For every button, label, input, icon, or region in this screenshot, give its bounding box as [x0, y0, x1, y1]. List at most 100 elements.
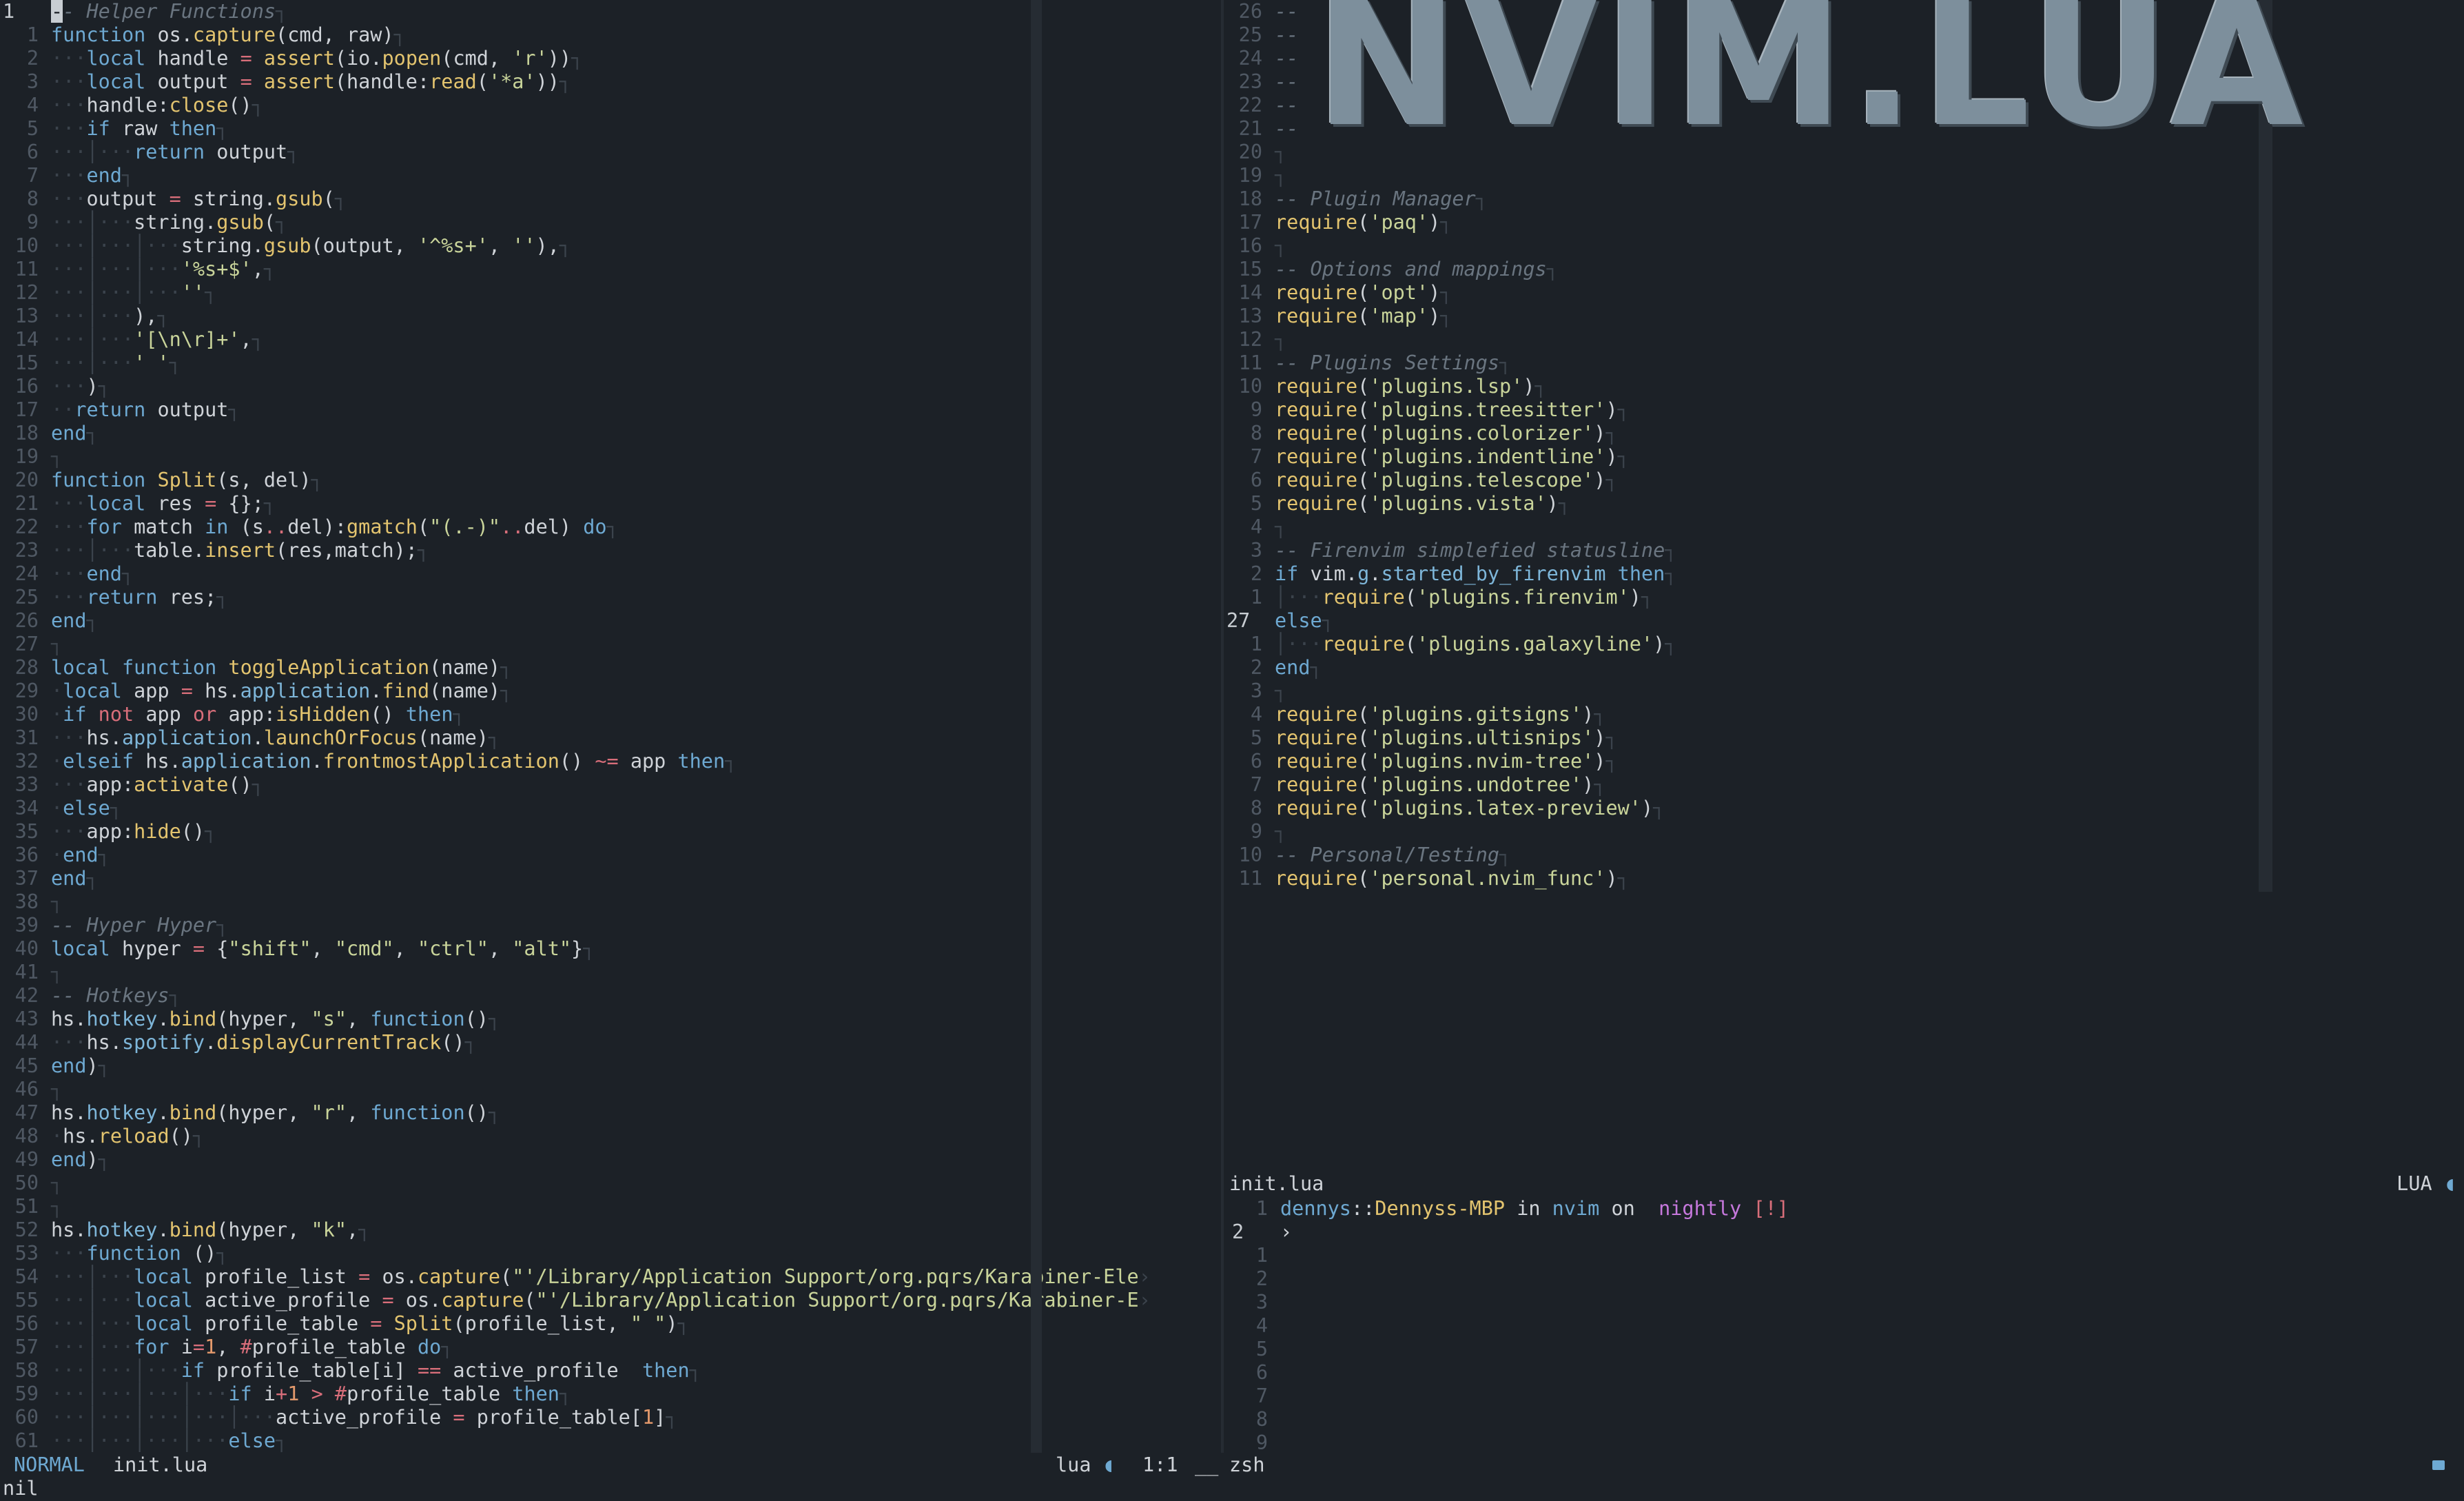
right-code-line[interactable]: 13 require('map')┐ [1224, 305, 2464, 328]
line-number: 7 [1250, 773, 1262, 796]
terminal-icon [2432, 1460, 2445, 1470]
right-code-line[interactable]: 8 require('plugins.latex-preview')┐ [1224, 797, 2464, 820]
line-number: 21 [14, 492, 39, 515]
line-number: 19 [1238, 164, 1262, 187]
line-number: 28 [14, 656, 39, 679]
line-number: 8 [1250, 422, 1262, 445]
line-code: ·if not app or app:isHidden() then┐ [51, 703, 465, 726]
right-code-line[interactable]: 14 require('opt')┐ [1224, 281, 2464, 305]
right-code-line[interactable]: 6 require('plugins.nvim-tree')┐ [1224, 750, 2464, 773]
right-code-line[interactable]: 17 require('paq')┐ [1224, 211, 2464, 234]
line-number: 4 [1255, 1314, 1268, 1337]
line-code: ···for match in (s..del):gmatch("(.-)"..… [51, 515, 619, 538]
line-number: 36 [14, 844, 39, 866]
right-code-line[interactable]: 8 require('plugins.colorizer')┐ [1224, 422, 2464, 445]
line-code: require('plugins.lsp')┐ [1275, 375, 1547, 398]
right-code-line[interactable]: 18 -- Plugin Manager┐ [1224, 187, 2464, 211]
command-line[interactable]: nil [0, 1476, 38, 1501]
right-code-line[interactable]: 2 end┐ [1224, 656, 2464, 680]
line-number: 18 [14, 422, 39, 445]
right-code-line[interactable]: 10 require('plugins.lsp')┐ [1224, 375, 2464, 398]
line-number: 8 [26, 187, 39, 210]
line-number: 10 [1238, 375, 1262, 398]
line-number: 51 [14, 1195, 39, 1218]
status-filename: init.lua [113, 1453, 208, 1476]
line-number: 60 [14, 1406, 39, 1429]
right-code-line[interactable]: 7 require('plugins.undotree')┐ [1224, 773, 2464, 797]
right-code-line[interactable]: 6 require('plugins.telescope')┐ [1224, 469, 2464, 492]
line-number: 21 [1238, 117, 1262, 140]
right-code-line[interactable]: 3 -- Firenvim simplefied statusline┐ [1224, 539, 2464, 562]
line-number: 33 [14, 773, 39, 796]
line-code: end)┐ [51, 1054, 110, 1077]
line-code: ┐ [51, 445, 63, 468]
right-code-line[interactable]: 11 -- Plugins Settings┐ [1224, 351, 2464, 375]
right-code-line[interactable]: 4 ┐ [1224, 515, 2464, 539]
line-code: end┐ [51, 422, 99, 445]
right-editor-pane[interactable]: 26 -- 25 -- 24 -- 23 -- 22 -- 21 -- 20 ┐ 19 ┐ 18 -- Plugi… [1224, 0, 2464, 1453]
line-number: 54 [14, 1265, 39, 1288]
prompt-segment: :: [1351, 1197, 1375, 1220]
right-code-line[interactable]: 9 ┐ [1224, 820, 2464, 844]
terminal-line: 2 [1229, 1267, 1280, 1291]
line-number: 43 [14, 1008, 39, 1030]
line-number: 13 [14, 305, 39, 327]
line-number: 3 [1250, 680, 1262, 702]
line-number: 55 [14, 1289, 39, 1311]
line-code: ···hs.application.launchOrFocus(name)┐ [51, 726, 501, 749]
right-code-line[interactable]: 16 ┐ [1224, 234, 2464, 258]
line-number: 58 [14, 1359, 39, 1382]
line-code: ┐ [1275, 164, 1287, 187]
line-code: -- Personal/Testing┐ [1275, 844, 1512, 866]
right-code-line[interactable]: 5 require('plugins.vista')┐ [1224, 492, 2464, 515]
terminal-line: 8 [1229, 1408, 1280, 1431]
line-code: ···app:hide()┐ [51, 820, 217, 843]
line-code: ···)┐ [51, 375, 110, 398]
line-code: ···return res;┐ [51, 586, 229, 609]
line-code: ┐ [51, 1078, 63, 1101]
right-code-line[interactable]: 1 │···require('plugins.firenvim')┐ [1224, 586, 2464, 609]
right-code-line[interactable]: 27 else┐ [1224, 609, 2464, 633]
line-code: ···│···local active_profile = os.capture… [51, 1289, 1151, 1311]
line-number: 9 [1250, 398, 1262, 421]
line-code: ┐ [1275, 328, 1287, 351]
left-scrollbar[interactable] [1031, 0, 1042, 1454]
line-number: 3 [1250, 539, 1262, 562]
right-code-line[interactable]: 10 -- Personal/Testing┐ [1224, 844, 2464, 867]
prompt-segment: in [1505, 1197, 1552, 1220]
line-number: 1 [1250, 586, 1262, 609]
right-code-line[interactable]: 1 │···require('plugins.galaxyline')┐ [1224, 633, 2464, 656]
prompt-segment: 1 [1255, 1197, 1268, 1220]
lua-icon: ◖ [1102, 1453, 1115, 1476]
line-code: end┐ [51, 867, 99, 890]
right-code-line[interactable]: 11 require('personal.nvim_func')┐ [1224, 867, 2464, 890]
status-position: 1:1 [1142, 1453, 1178, 1476]
right-code-line[interactable]: 9 require('plugins.treesitter')┐ [1224, 398, 2464, 422]
right-code-line[interactable]: 3 ┐ [1224, 680, 2464, 703]
line-number: 4 [1250, 703, 1262, 726]
line-code: require('opt')┐ [1275, 281, 1452, 304]
line-number: 5 [1250, 492, 1262, 515]
right-code-line[interactable]: 5 require('plugins.ultisnips')┐ [1224, 726, 2464, 750]
line-number: 9 [1255, 1431, 1268, 1454]
right-code-line[interactable]: 15 -- Options and mappings┐ [1224, 258, 2464, 281]
line-code: function os.capture(cmd, raw)┐ [51, 23, 406, 46]
ascii-banner: NVIM.LUA [1315, 0, 2309, 165]
right-code-line[interactable]: 2 if vim.g.started_by_firenvim then┐ [1224, 562, 2464, 586]
line-number: 4 [1250, 515, 1262, 538]
status-filetype: lua [1056, 1453, 1091, 1476]
right-code-line[interactable]: 4 require('plugins.gitsigns')┐ [1224, 703, 2464, 726]
right-code-line[interactable]: 12 ┐ [1224, 328, 2464, 351]
line-number: 2 [1255, 1267, 1268, 1290]
line-number: 11 [1238, 867, 1262, 890]
line-code: ···local res = {};┐ [51, 492, 276, 515]
right-code-line[interactable]: 19 ┐ [1224, 164, 2464, 187]
line-number: 17 [1238, 211, 1262, 234]
line-number: 42 [14, 984, 39, 1007]
line-number: 12 [14, 281, 39, 304]
line-number: 26 [1238, 0, 1262, 23]
line-number: 30 [14, 703, 39, 726]
line-code: require('plugins.vista')┐ [1275, 492, 1571, 515]
line-number: 5 [1255, 1338, 1268, 1360]
right-code-line[interactable]: 7 require('plugins.indentline')┐ [1224, 445, 2464, 469]
